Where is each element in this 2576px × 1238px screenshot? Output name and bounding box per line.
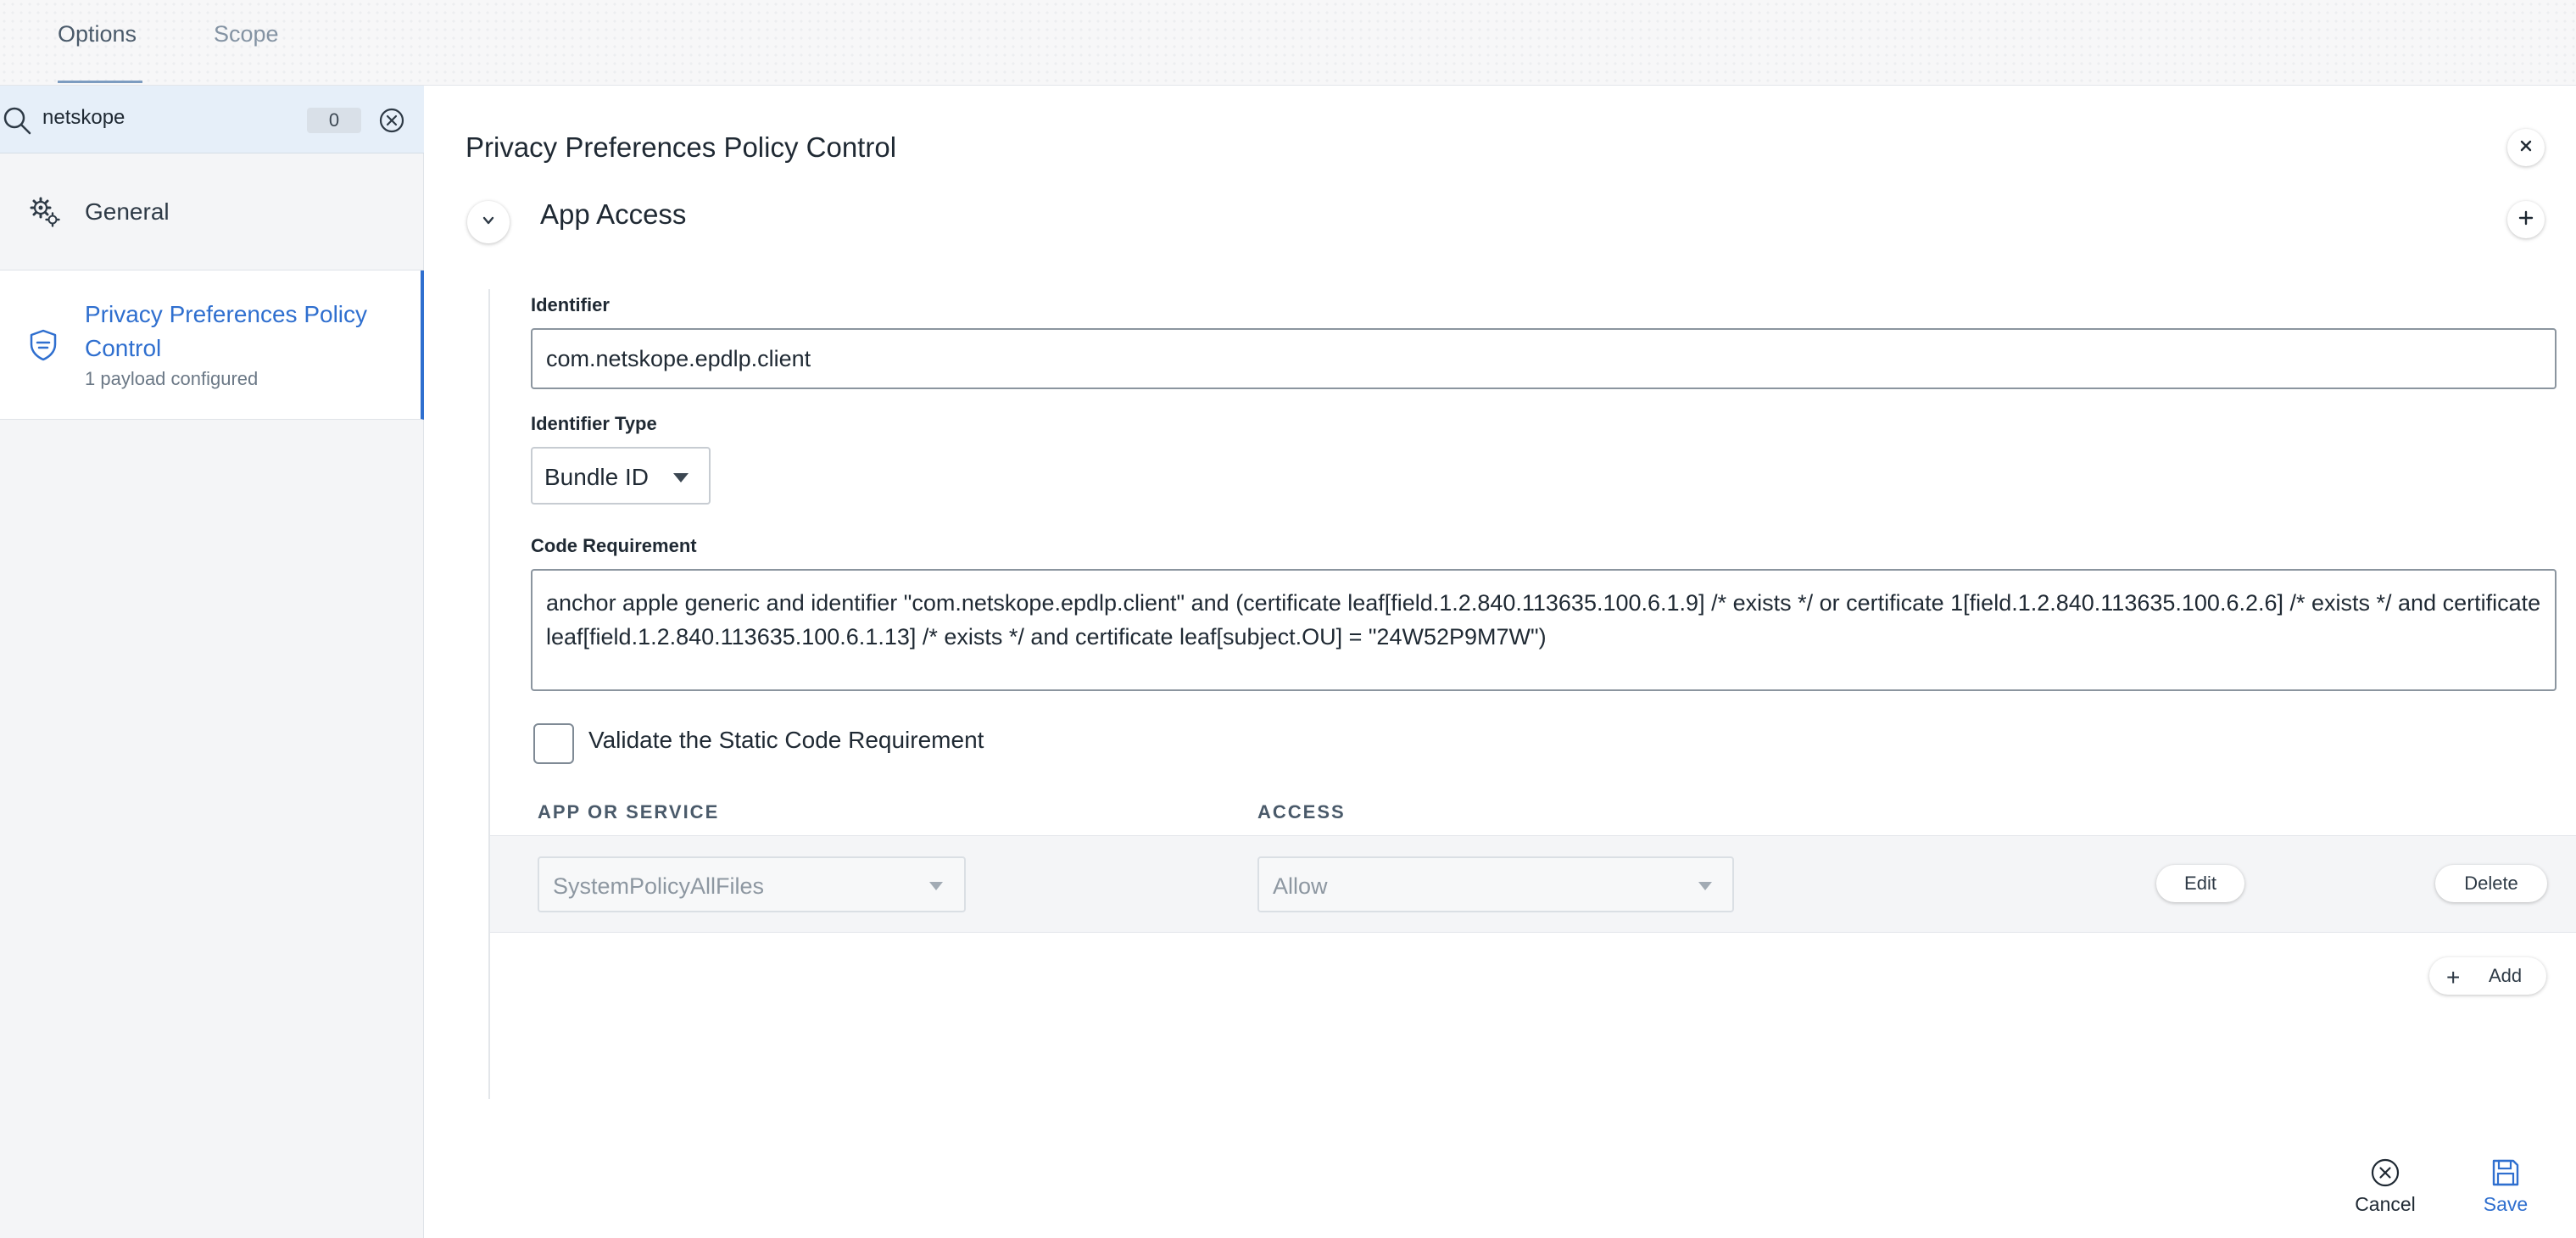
search-bar[interactable]: netskope 0 [0, 86, 424, 153]
app-or-service-value: SystemPolicyAllFiles [553, 873, 765, 899]
sidebar-item-privacy-preferences[interactable]: Privacy Preferences Policy Control 1 pay… [0, 270, 424, 420]
save-button[interactable]: Save [2455, 1157, 2556, 1225]
page-title: Privacy Preferences Policy Control [466, 131, 897, 163]
gear-icon [29, 196, 61, 228]
save-icon [2490, 1157, 2521, 1188]
caret-down-icon [1698, 882, 1712, 890]
table-row: SystemPolicyAllFiles Allow Edit Delete [490, 835, 2576, 933]
add-label: Add [2489, 965, 2523, 986]
sidebar-item-label: Privacy Preferences Policy Control [85, 301, 368, 361]
column-header-app-or-service: APP OR SERVICE [538, 801, 720, 823]
clear-search-icon[interactable] [378, 107, 405, 134]
delete-button[interactable]: Delete [2435, 865, 2547, 902]
main-panel: Privacy Preferences Policy Control App A… [425, 86, 2576, 1238]
cancel-icon [2370, 1157, 2400, 1188]
validate-checkbox[interactable] [533, 723, 574, 764]
search-result-count: 0 [307, 108, 361, 133]
access-select[interactable]: Allow [1257, 856, 1734, 912]
edit-button[interactable]: Edit [2156, 865, 2244, 902]
search-input[interactable]: netskope [42, 106, 125, 130]
close-payload-button[interactable] [2507, 129, 2545, 166]
top-tab-bar: Options Scope [0, 0, 2576, 86]
plus-icon: + [2446, 964, 2461, 990]
section-title: App Access [540, 198, 687, 230]
close-icon [2518, 138, 2534, 158]
identifier-type-label: Identifier Type [531, 413, 657, 434]
shield-icon [29, 329, 58, 361]
cancel-button[interactable]: Cancel [2334, 1157, 2436, 1225]
sidebar-item-subtitle: 1 payload configured [85, 368, 259, 389]
sidebar-item-general[interactable]: General [0, 153, 424, 270]
identifier-field[interactable]: com.netskope.epdlp.client [531, 328, 2556, 389]
add-app-access-button[interactable] [2507, 201, 2545, 238]
identifier-type-select[interactable]: Bundle ID [531, 447, 711, 505]
search-icon [0, 103, 34, 137]
caret-down-icon [929, 882, 943, 890]
cancel-label: Cancel [2355, 1193, 2416, 1215]
section-divider [488, 289, 490, 1099]
sidebar: netskope 0 General Privacy Preferences P… [0, 86, 424, 1238]
add-row-button[interactable]: + Add [2429, 957, 2546, 995]
tab-scope[interactable]: Scope [214, 0, 290, 85]
validate-checkbox-label: Validate the Static Code Requirement [588, 727, 984, 753]
access-value: Allow [1273, 873, 1328, 899]
code-requirement-label: Code Requirement [531, 535, 697, 556]
tab-options[interactable]: Options [58, 0, 142, 85]
code-requirement-field[interactable]: anchor apple generic and identifier "com… [531, 569, 2556, 691]
plus-icon [2517, 209, 2534, 231]
caret-down-icon [673, 473, 689, 482]
collapse-section-button[interactable] [467, 201, 510, 243]
identifier-label: Identifier [531, 294, 610, 315]
save-label: Save [2483, 1193, 2529, 1215]
app-or-service-select[interactable]: SystemPolicyAllFiles [538, 856, 966, 912]
sidebar-item-label: General [85, 198, 170, 225]
column-header-access: ACCESS [1257, 801, 1346, 823]
identifier-type-value: Bundle ID [544, 464, 649, 490]
chevron-down-icon [480, 212, 497, 233]
